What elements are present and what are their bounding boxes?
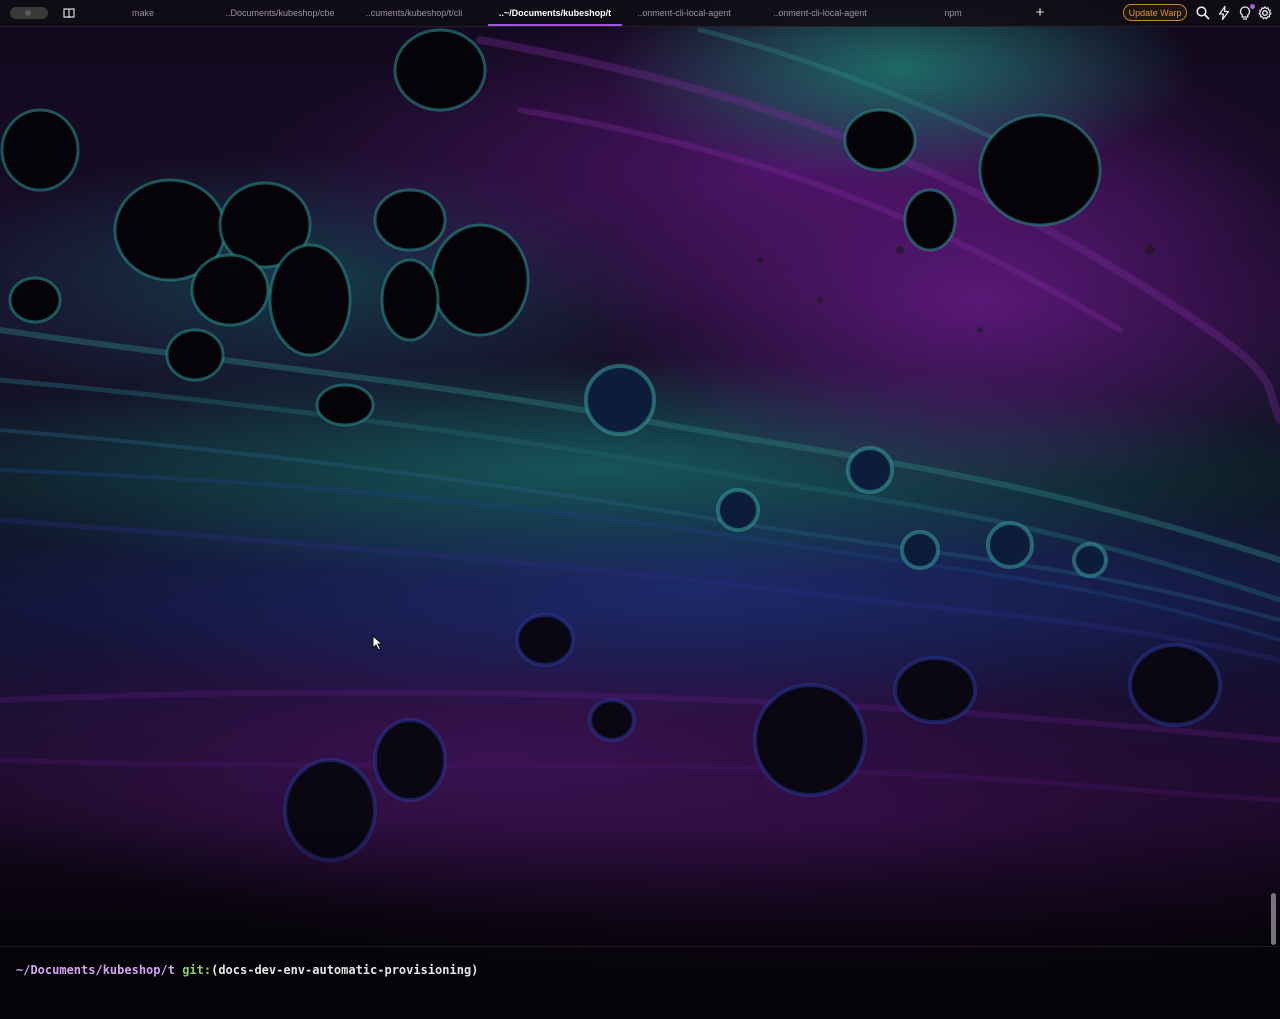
- update-warp-button[interactable]: Update Warp: [1123, 4, 1187, 21]
- tab-npm[interactable]: npm: [920, 0, 986, 26]
- tab-label: ..cuments/kubeshop/t/cli: [365, 8, 463, 18]
- gear-icon[interactable]: [1257, 5, 1273, 21]
- mouse-cursor-icon: [372, 635, 384, 651]
- prompt-git-label: git:: [182, 963, 212, 977]
- new-tab-button[interactable]: +: [1032, 4, 1048, 22]
- tab-make[interactable]: make: [110, 0, 176, 26]
- tab-label: ..Documents/kubeshop/cbe: [225, 8, 335, 18]
- tab-bar: make ..Documents/kubeshop/cbe ..cuments/…: [0, 0, 1280, 27]
- prompt-directory: ~/Documents/kubeshop/t: [16, 963, 175, 977]
- input-divider: [0, 946, 1280, 947]
- tab-label: ..onment-cli-local-agent: [773, 8, 867, 18]
- tab-label: make: [131, 8, 154, 18]
- tab-label: ..~/Documents/kubeshop/t: [498, 8, 612, 18]
- tab-label: ..onment-cli-local-agent: [637, 8, 731, 18]
- tab-local-agent-2[interactable]: ..onment-cli-local-agent: [762, 0, 878, 26]
- tab-cbe[interactable]: ..Documents/kubeshop/cbe: [218, 0, 342, 26]
- notification-dot: [1250, 4, 1255, 9]
- tab-cli[interactable]: ..cuments/kubeshop/t/cli: [354, 0, 474, 26]
- lightning-icon[interactable]: [1216, 5, 1232, 21]
- terminal-prompt[interactable]: ~/Documents/kubeshop/t git:(docs-dev-env…: [16, 963, 478, 977]
- book-icon[interactable]: [62, 6, 76, 20]
- tab-local-agent-1[interactable]: ..onment-cli-local-agent: [626, 0, 742, 26]
- update-warp-label: Update Warp: [1128, 7, 1182, 18]
- terminal-scrollbar[interactable]: [1271, 893, 1276, 945]
- toggle-dot: [25, 10, 31, 16]
- tab-kubeshop-t[interactable]: ..~/Documents/kubeshop/t: [488, 0, 622, 26]
- fluid-art-pattern: [0, 27, 1280, 1019]
- warp-terminal-window: make ..Documents/kubeshop/cbe ..cuments/…: [0, 0, 1280, 1019]
- background-wallpaper: [0, 0, 1280, 1019]
- prompt-git-branch: (docs-dev-env-automatic-provisioning): [211, 963, 479, 977]
- search-icon[interactable]: [1195, 5, 1211, 21]
- tab-label: npm: [944, 8, 962, 18]
